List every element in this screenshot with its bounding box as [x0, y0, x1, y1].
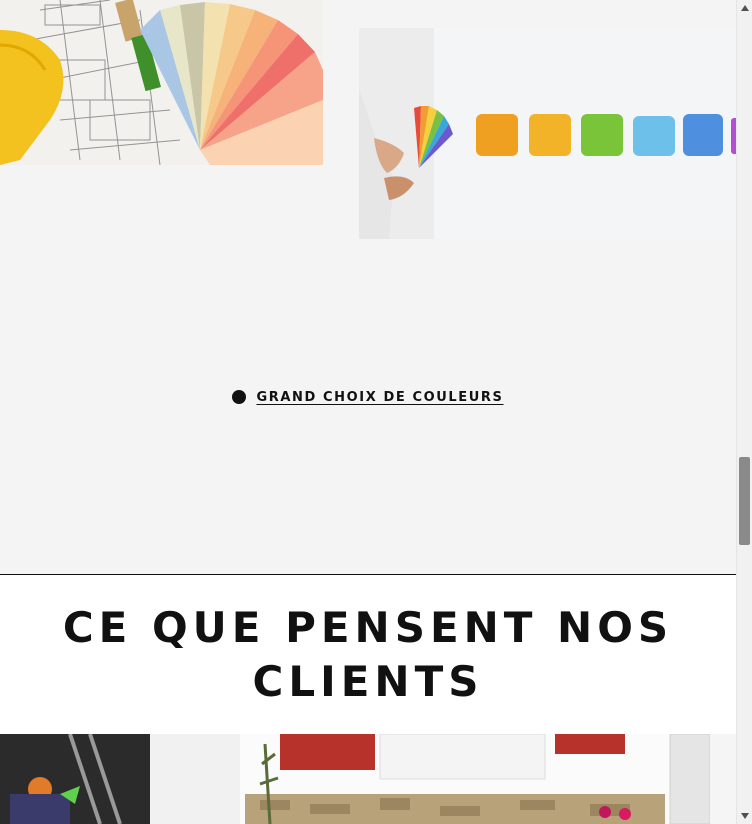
scroll-down-arrow-icon[interactable]: [737, 808, 752, 824]
scroll-up-arrow-icon[interactable]: [737, 0, 752, 16]
page-content: GRAND CHOIX DE COULEURS CE QUE PENSENT N…: [0, 0, 736, 824]
testimonials-title: CE QUE PENSENT NOS CLIENTS: [62, 602, 674, 706]
paint-swatches-image: [0, 0, 323, 165]
testimonials-section: CE QUE PENSENT NOS CLIENTS: [0, 574, 736, 735]
feature-link-colors[interactable]: GRAND CHOIX DE COULEURS: [256, 390, 503, 405]
bullet-dot-icon: [232, 390, 247, 404]
painter-brush-strokes-image: [359, 28, 736, 239]
painter-illustration: [359, 28, 736, 239]
paint-swatches-illustration: [0, 0, 323, 165]
vertical-scrollbar[interactable]: [736, 0, 752, 824]
feature-item: GRAND CHOIX DE COULEURS: [0, 380, 736, 414]
scrollbar-thumb[interactable]: [739, 457, 750, 545]
house-illustration: [0, 734, 736, 824]
house-facade-image: [0, 734, 736, 824]
